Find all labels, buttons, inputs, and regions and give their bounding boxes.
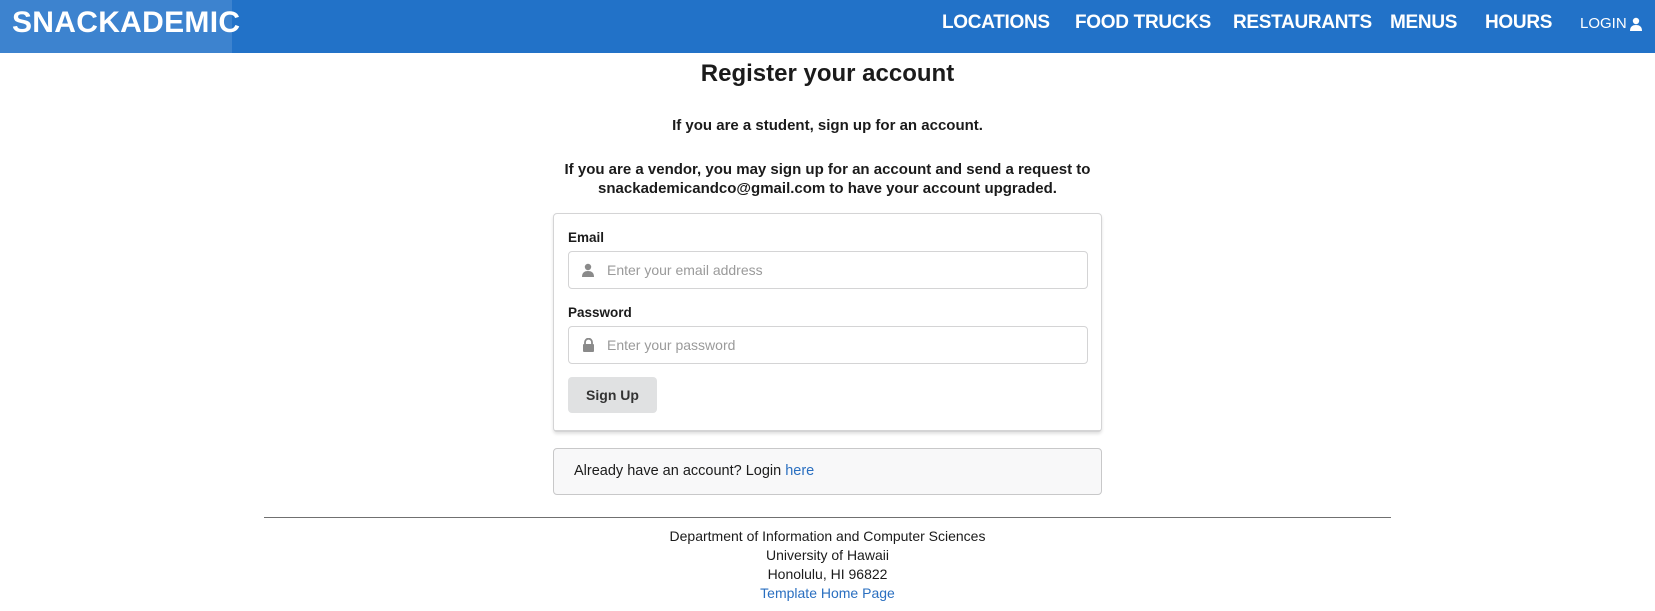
login-message-text: Already have an account? Login — [574, 463, 786, 479]
login-message: Already have an account? Login here — [553, 448, 1102, 495]
password-label: Password — [568, 305, 632, 320]
vendor-note-line-1: If you are a vendor, you may sign up for… — [564, 161, 1091, 178]
top-navbar: SNACKADEMIC LOCATIONS FOOD TRUCKS RESTAU… — [0, 0, 1655, 53]
footer-university: University of Hawaii — [766, 547, 889, 563]
password-field[interactable] — [568, 326, 1088, 364]
email-field[interactable] — [568, 251, 1088, 289]
nav-locations[interactable]: LOCATIONS — [942, 12, 1050, 34]
user-icon — [1629, 17, 1642, 31]
password-input[interactable] — [607, 327, 1087, 363]
vendor-note-line-2: snackademicandco@gmail.com to have your … — [598, 180, 1057, 197]
user-icon — [569, 263, 607, 277]
student-note: If you are a student, sign up for an acc… — [672, 117, 983, 134]
sign-up-button[interactable]: Sign Up — [568, 377, 657, 413]
nav-food-trucks[interactable]: FOOD TRUCKS — [1075, 12, 1211, 34]
footer-department: Department of Information and Computer S… — [669, 528, 986, 544]
footer-divider — [264, 517, 1391, 518]
lock-icon — [569, 338, 607, 352]
template-home-link[interactable]: Template Home Page — [760, 585, 895, 601]
email-label: Email — [568, 230, 605, 245]
nav-restaurants[interactable]: RESTAURANTS — [1233, 12, 1372, 34]
brand-logo[interactable]: SNACKADEMIC — [0, 0, 240, 53]
nav-login[interactable]: LOGIN — [1580, 15, 1643, 32]
nav-menus[interactable]: MENUS — [1390, 12, 1457, 34]
footer-link-row: Template Home Page — [0, 585, 1655, 601]
nav-login-label: LOGIN — [1580, 15, 1627, 32]
footer-address: Honolulu, HI 96822 — [767, 566, 888, 582]
login-here-link[interactable]: here — [785, 463, 814, 479]
page-title: Register your account — [700, 60, 955, 87]
register-form: Email Password Sign Up — [553, 213, 1102, 432]
nav-hours[interactable]: HOURS — [1485, 12, 1552, 34]
email-input[interactable] — [607, 252, 1087, 288]
